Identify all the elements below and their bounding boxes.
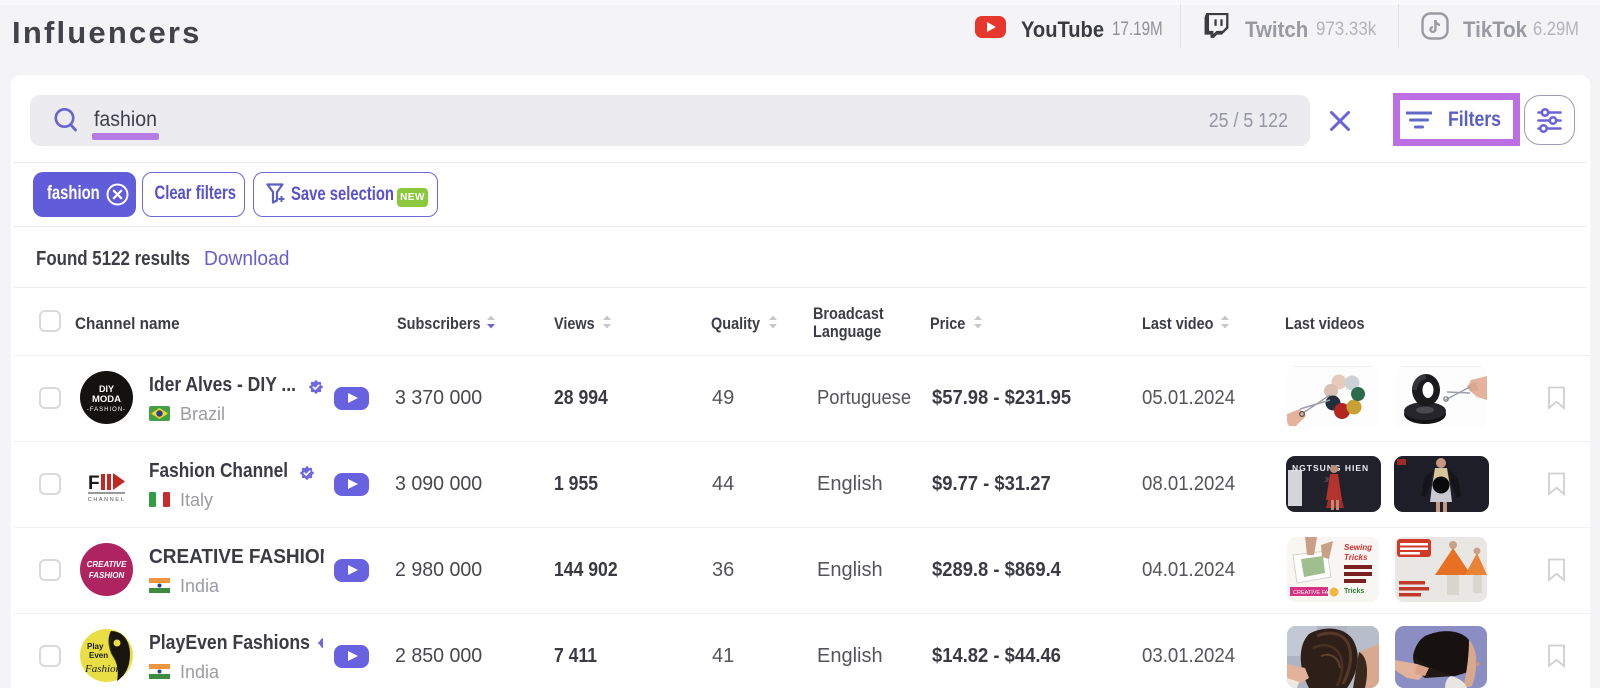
svg-text:MODA: MODA (92, 394, 121, 405)
svg-text:-FASHION-: -FASHION- (87, 407, 126, 413)
svg-text:F: F (88, 473, 100, 494)
svg-text:CHANNEL: CHANNEL (88, 497, 125, 503)
svg-text:FASHION: FASHION (89, 571, 125, 580)
svg-text:Play: Play (87, 642, 104, 651)
svg-text:DIY: DIY (99, 384, 114, 394)
svg-text:Sewing: Sewing (1344, 543, 1372, 552)
svg-text:Even: Even (89, 651, 108, 660)
svg-text:Tricks: Tricks (1344, 553, 1368, 562)
svg-text:Tricks: Tricks (1344, 588, 1364, 595)
svg-text:Fashion: Fashion (84, 663, 122, 675)
svg-text:CREATIVE: CREATIVE (87, 560, 128, 569)
